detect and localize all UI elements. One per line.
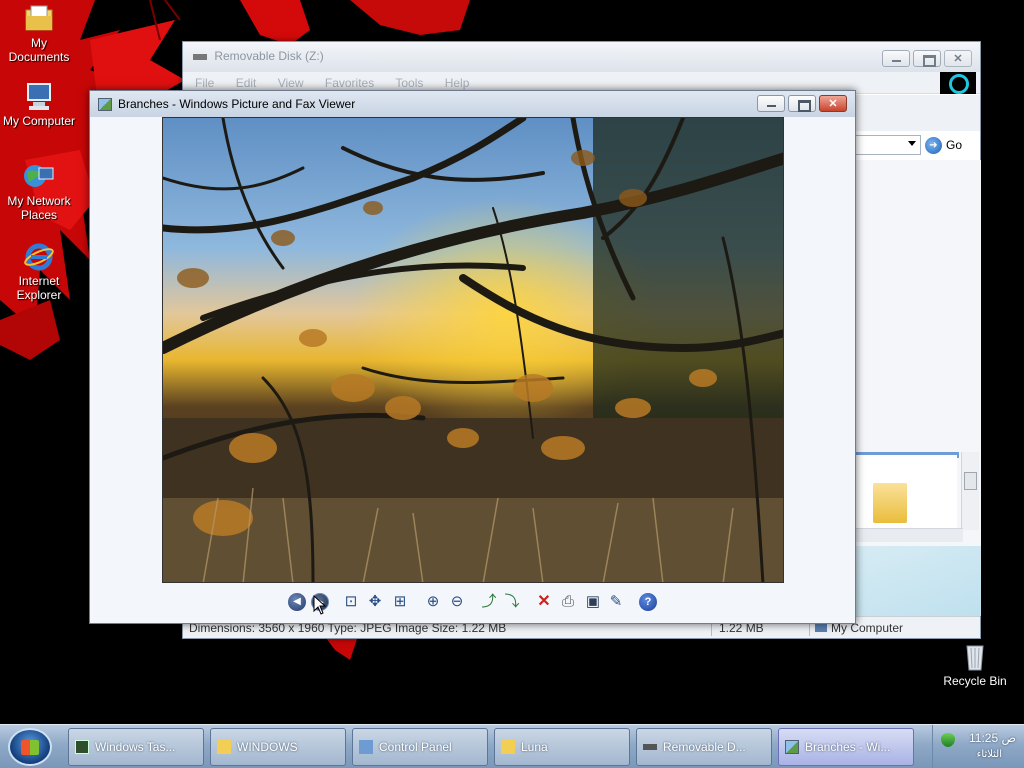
viewer-maximize-button[interactable] xyxy=(788,95,816,112)
system-tray: 11:25 ص الثلاثاء xyxy=(932,725,1024,768)
explorer-titlebar[interactable]: Removable Disk (Z:) xyxy=(183,42,980,72)
drive-icon xyxy=(643,744,657,750)
task-removable-disk[interactable]: Removable D... xyxy=(636,728,772,766)
menu-favorites[interactable]: Favorites xyxy=(325,76,374,90)
viewer-title: Branches - Windows Picture and Fax Viewe… xyxy=(118,97,356,111)
desktop-icon-recycle-bin[interactable]: Recycle Bin xyxy=(935,642,1015,688)
task-branches-viewer[interactable]: Branches - Wi... xyxy=(778,728,914,766)
task-label: WINDOWS xyxy=(237,740,298,754)
folder-documents-icon xyxy=(23,4,55,34)
task-luna-folder[interactable]: Luna xyxy=(494,728,630,766)
start-button[interactable] xyxy=(8,728,52,766)
windows-logo-icon xyxy=(940,72,976,94)
edit-icon[interactable]: ✎ xyxy=(607,593,625,611)
desktop-icon-my-documents[interactable]: My Documents xyxy=(0,4,79,64)
menu-edit[interactable]: Edit xyxy=(236,76,257,90)
picture-viewer-app-icon xyxy=(98,97,112,111)
task-label: Removable D... xyxy=(663,740,746,754)
zoom-in-icon[interactable]: ⊕ xyxy=(424,593,442,611)
explorer-content-pane xyxy=(855,160,981,610)
actual-size-icon[interactable]: ✥ xyxy=(366,593,384,611)
security-shield-icon[interactable] xyxy=(941,733,955,747)
menu-help[interactable]: Help xyxy=(445,76,470,90)
computer-icon xyxy=(23,82,55,112)
viewer-close-button[interactable] xyxy=(819,95,847,112)
task-label: Windows Tas... xyxy=(95,740,176,754)
task-label: Luna xyxy=(521,740,548,754)
decorative-swoosh xyxy=(855,546,981,616)
explorer-close-button[interactable] xyxy=(944,50,972,67)
chevron-down-icon[interactable] xyxy=(908,141,916,150)
vertical-scrollbar[interactable] xyxy=(961,452,979,530)
menu-file[interactable]: File xyxy=(195,76,214,90)
picture-viewer-app-icon xyxy=(785,740,799,754)
picture-viewer-window[interactable]: Branches - Windows Picture and Fax Viewe… xyxy=(89,90,856,624)
folder-icon xyxy=(501,740,515,754)
delete-icon[interactable]: ✕ xyxy=(535,593,553,611)
displayed-photo xyxy=(162,117,784,583)
desktop-icon-my-network-places[interactable]: My Network Places xyxy=(0,162,79,222)
desktop-icon-label: My Network Places xyxy=(7,194,71,222)
print-icon[interactable]: ⎙ xyxy=(559,593,577,611)
scrollbar-thumb[interactable] xyxy=(964,472,977,490)
explorer-minimize-button[interactable] xyxy=(882,50,910,67)
go-arrow-icon: ➜ xyxy=(925,136,942,154)
best-fit-icon[interactable]: ⊡ xyxy=(342,593,360,611)
network-globe-icon xyxy=(23,162,55,192)
recycle-bin-icon xyxy=(959,642,991,672)
rotate-clockwise-icon[interactable]: ⤴ xyxy=(480,593,498,611)
folder-icon[interactable] xyxy=(873,483,907,523)
viewer-titlebar[interactable]: Branches - Windows Picture and Fax Viewe… xyxy=(90,91,855,117)
clock-day: الثلاثاء xyxy=(976,749,1002,760)
viewer-body: ◀ ▶ ⊡ ✥ ⊞ ⊕ ⊖ ⤴ ⤵ ✕ ⎙ ▣ ✎ ? xyxy=(90,117,855,623)
task-label: Control Panel xyxy=(379,740,452,754)
help-icon[interactable]: ? xyxy=(639,593,657,611)
task-control-panel[interactable]: Control Panel xyxy=(352,728,488,766)
zoom-out-icon[interactable]: ⊖ xyxy=(448,593,466,611)
desktop-icon-internet-explorer[interactable]: Internet Explorer xyxy=(0,242,79,302)
horizontal-scrollbar[interactable] xyxy=(855,528,963,542)
menu-tools[interactable]: Tools xyxy=(395,76,423,90)
folder-icon xyxy=(217,740,231,754)
viewer-toolbar: ◀ ▶ ⊡ ✥ ⊞ ⊕ ⊖ ⤴ ⤵ ✕ ⎙ ▣ ✎ ? xyxy=(90,591,855,615)
previous-image-icon[interactable]: ◀ xyxy=(288,593,306,611)
mouse-cursor-icon xyxy=(313,595,327,615)
go-label: Go xyxy=(946,138,963,152)
menu-view[interactable]: View xyxy=(278,76,304,90)
slide-show-icon[interactable]: ⊞ xyxy=(391,593,409,611)
task-windows-task-manager[interactable]: Windows Tas... xyxy=(68,728,204,766)
explorer-title: Removable Disk (Z:) xyxy=(214,49,324,63)
taskbar: Windows Tas... WINDOWS Control Panel Lun… xyxy=(0,724,1024,768)
clock-time[interactable]: 11:25 ص xyxy=(969,731,1016,745)
rotate-counterclockwise-icon[interactable]: ⤵ xyxy=(503,593,521,611)
save-copy-icon[interactable]: ▣ xyxy=(584,593,602,611)
task-manager-icon xyxy=(75,740,89,754)
desktop-icon-label: My Computer xyxy=(2,114,76,128)
drive-icon xyxy=(193,53,207,60)
go-button[interactable]: ➜ Go xyxy=(925,135,962,155)
desktop-icon-label: Recycle Bin xyxy=(943,674,1007,688)
explorer-maximize-button[interactable] xyxy=(913,50,941,67)
viewer-minimize-button[interactable] xyxy=(757,95,785,112)
internet-explorer-icon xyxy=(23,242,55,272)
address-bar-dropdown[interactable] xyxy=(855,135,921,155)
control-panel-icon xyxy=(359,740,373,754)
task-windows-folder[interactable]: WINDOWS xyxy=(210,728,346,766)
desktop-icon-my-computer[interactable]: My Computer xyxy=(0,82,79,128)
desktop-icon-label: Internet Explorer xyxy=(16,274,62,302)
desktop-icon-label: My Documents xyxy=(8,36,70,64)
task-label: Branches - Wi... xyxy=(805,740,891,754)
